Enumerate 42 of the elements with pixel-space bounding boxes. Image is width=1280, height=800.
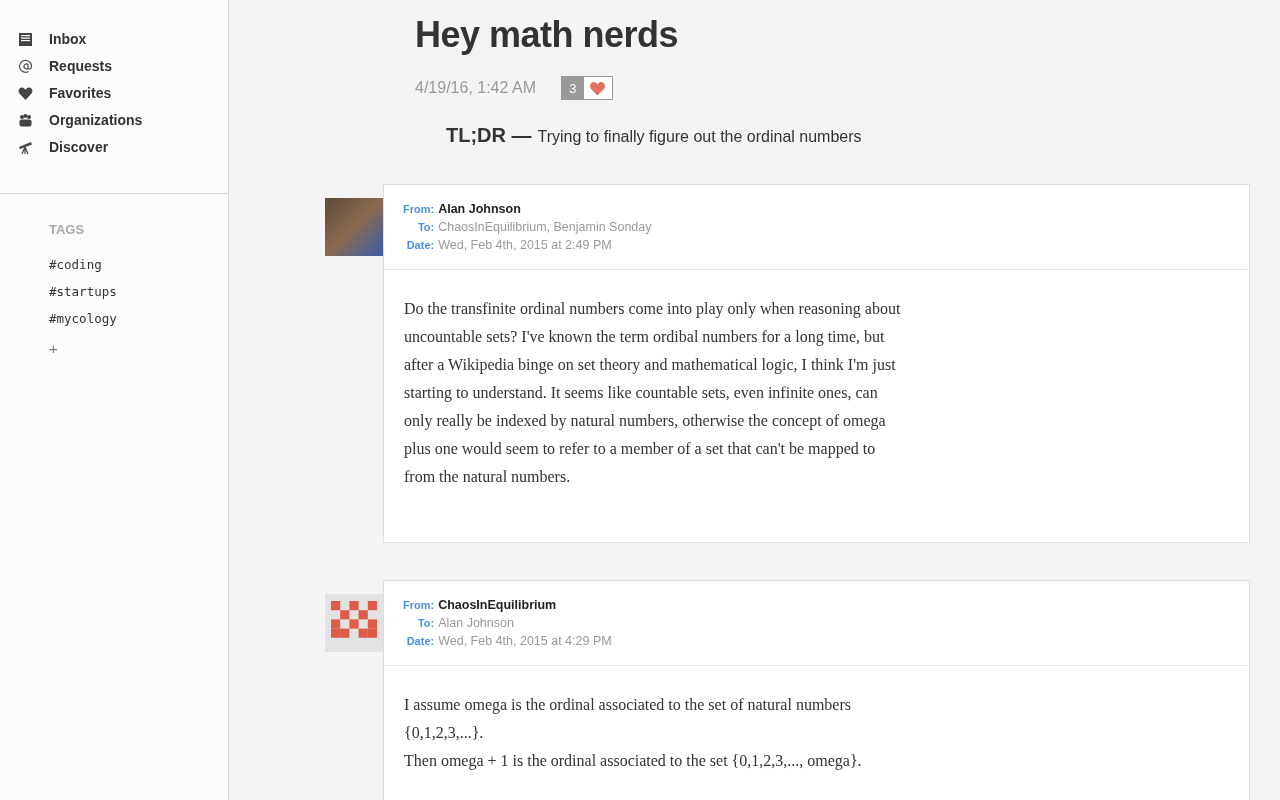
recipients: Alan Johnson bbox=[438, 615, 515, 631]
photo-placeholder bbox=[325, 198, 383, 256]
message-date: Wed, Feb 4th, 2015 at 2:49 PM bbox=[438, 237, 613, 253]
nav-label: Organizations bbox=[49, 112, 143, 128]
date-label: Date: bbox=[405, 238, 435, 253]
from-label: From: bbox=[403, 202, 435, 217]
sender-name: Alan Johnson bbox=[438, 201, 522, 217]
nav-item[interactable]: Inbox bbox=[18, 29, 228, 49]
from-label: From: bbox=[403, 598, 435, 613]
nav-item[interactable]: Organizations bbox=[18, 110, 228, 130]
tag-link[interactable]: #startups bbox=[49, 284, 228, 311]
like-count: 3 bbox=[562, 77, 584, 99]
tag-link[interactable]: #coding bbox=[49, 257, 228, 284]
sender-name: ChaosInEquilibrium bbox=[438, 597, 558, 613]
message-text: Do the transfinite ordinal numbers come into play only when reasoning about uncountable sets? I've known the term ordibal numbers for a long time, but after a Wikipedia binge on set theory and mathematical logic, I think I'm just starting to understand. It seems like countable sets, even infinite ones, can only really be indexed by natural numbers, otherwise the concept of omega plus one would seem to refer to a member of a set that can't be mapped to from the natural numbers. bbox=[404, 299, 902, 487]
people-icon bbox=[18, 112, 33, 128]
message-date: Wed, Feb 4th, 2015 at 4:29 PM bbox=[438, 633, 613, 649]
inbox-icon bbox=[18, 31, 33, 47]
nav-item[interactable]: Requests bbox=[18, 56, 228, 76]
tags-heading: TAGS bbox=[49, 222, 86, 237]
tag-link[interactable]: #mycology bbox=[49, 311, 228, 338]
heart-icon bbox=[18, 85, 33, 101]
telescope-icon bbox=[18, 139, 33, 155]
to-label: To: bbox=[416, 616, 435, 631]
at-sign-icon bbox=[18, 58, 33, 74]
thread-timestamp: 4/19/16, 1:42 AM bbox=[415, 79, 536, 97]
like-button[interactable] bbox=[584, 77, 612, 99]
nav-label: Inbox bbox=[49, 31, 87, 47]
to-label: To: bbox=[416, 220, 435, 235]
date-label: Date: bbox=[405, 634, 435, 649]
tldr-summary: TL;DR — Trying to finally figure out the ordinal numbers bbox=[446, 124, 863, 147]
nav-label: Favorites bbox=[49, 85, 112, 101]
message-text: I assume omega is the ordinal associated to the set of natural numbers {0,1,2,3,...}. bbox=[404, 695, 852, 743]
thread-title: Hey math nerds bbox=[415, 14, 680, 56]
nav-item[interactable]: Favorites bbox=[18, 83, 228, 103]
add-tag-button[interactable]: + bbox=[49, 340, 58, 357]
message-text: Then omega + 1 is the ordinal associated to the set {0,1,2,3,..., omega}. bbox=[404, 751, 863, 772]
heart-icon bbox=[589, 80, 607, 96]
recipients: ChaosInEquilibrium, Benjamin Sonday bbox=[438, 219, 653, 235]
nav-label: Requests bbox=[49, 58, 113, 74]
nav-label: Discover bbox=[49, 139, 109, 155]
nav-item[interactable]: Discover bbox=[18, 137, 228, 157]
